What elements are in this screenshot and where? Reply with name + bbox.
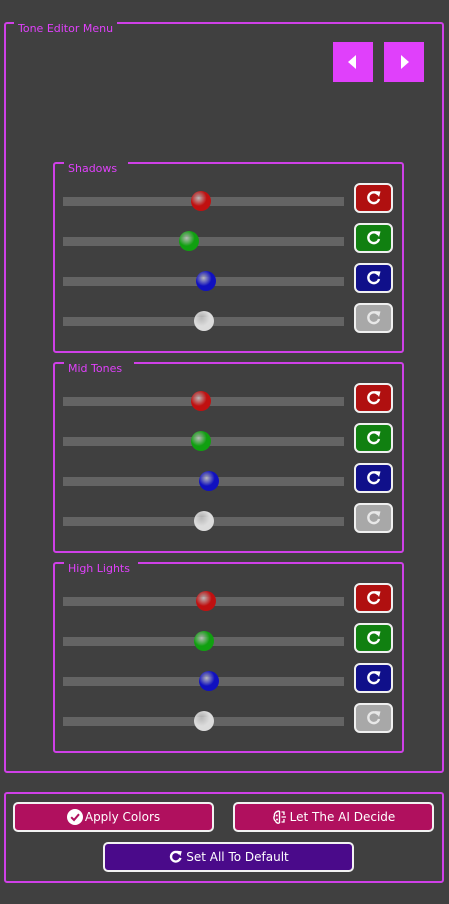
reset-icon (367, 431, 381, 445)
highlights-red-reset-button[interactable] (354, 583, 393, 613)
highlights-blue-reset-button[interactable] (354, 663, 393, 693)
reset-icon (367, 711, 381, 725)
reset-icon (367, 511, 381, 525)
set-default-label: Set All To Default (186, 850, 289, 864)
midtones-gray-slider[interactable] (63, 511, 344, 531)
shadows-green-reset-button[interactable] (354, 223, 393, 253)
highlights-gray-handle[interactable] (193, 711, 214, 731)
shadows-green-slider[interactable] (63, 231, 344, 251)
midtones-red-handle[interactable] (190, 391, 211, 411)
check-circle-icon (66, 809, 83, 825)
reset-icon (367, 271, 381, 285)
ai-decide-button[interactable]: Let The AI Decide (233, 802, 434, 832)
shadows-gray-slider[interactable] (63, 311, 344, 331)
highlights-green-slider[interactable] (63, 631, 344, 651)
midtones-red-reset-button[interactable] (354, 383, 393, 413)
triangle-left-icon (348, 55, 356, 69)
highlights-red-slider[interactable] (63, 591, 344, 611)
tone-editor-title: Tone Editor Menu (14, 22, 118, 36)
midtones-gray-handle[interactable] (193, 511, 214, 531)
prev-button[interactable] (333, 42, 373, 82)
midtones-blue-reset-button[interactable] (354, 463, 393, 493)
highlights-blue-handle[interactable] (199, 671, 220, 691)
next-button[interactable] (384, 42, 424, 82)
shadows-gray-reset-button[interactable] (354, 303, 393, 333)
midtones-title: Mid Tones (64, 362, 134, 376)
shadows-blue-slider[interactable] (63, 271, 344, 291)
reset-icon (367, 391, 381, 405)
set-default-button[interactable]: Set All To Default (103, 842, 354, 872)
shadows-blue-reset-button[interactable] (354, 263, 393, 293)
highlights-green-handle[interactable] (193, 631, 214, 651)
reset-icon (170, 850, 183, 863)
shadows-red-reset-button[interactable] (354, 183, 393, 213)
midtones-blue-handle[interactable] (199, 471, 220, 491)
midtones-gray-reset-button[interactable] (354, 503, 393, 533)
reset-icon (367, 231, 381, 245)
reset-icon (367, 591, 381, 605)
midtones-green-slider[interactable] (63, 431, 344, 451)
shadows-red-slider[interactable] (63, 191, 344, 211)
brain-icon (272, 810, 286, 824)
reset-icon (367, 631, 381, 645)
reset-icon (367, 471, 381, 485)
highlights-gray-reset-button[interactable] (354, 703, 393, 733)
midtones-red-slider[interactable] (63, 391, 344, 411)
reset-icon (367, 671, 381, 685)
apply-colors-label: Apply Colors (84, 810, 161, 824)
highlights-green-reset-button[interactable] (354, 623, 393, 653)
highlights-gray-slider[interactable] (63, 711, 344, 731)
shadows-gray-handle[interactable] (193, 311, 214, 331)
ai-decide-label: Let The AI Decide (289, 810, 396, 824)
midtones-blue-slider[interactable] (63, 471, 344, 491)
midtones-green-handle[interactable] (190, 431, 211, 451)
reset-icon (367, 311, 381, 325)
shadows-red-handle[interactable] (190, 191, 211, 211)
midtones-green-reset-button[interactable] (354, 423, 393, 453)
apply-colors-button[interactable]: Apply Colors (13, 802, 214, 832)
highlights-title: High Lights (64, 562, 138, 576)
triangle-right-icon (401, 55, 409, 69)
reset-icon (367, 191, 381, 205)
highlights-blue-slider[interactable] (63, 671, 344, 691)
shadows-title: Shadows (64, 162, 128, 176)
